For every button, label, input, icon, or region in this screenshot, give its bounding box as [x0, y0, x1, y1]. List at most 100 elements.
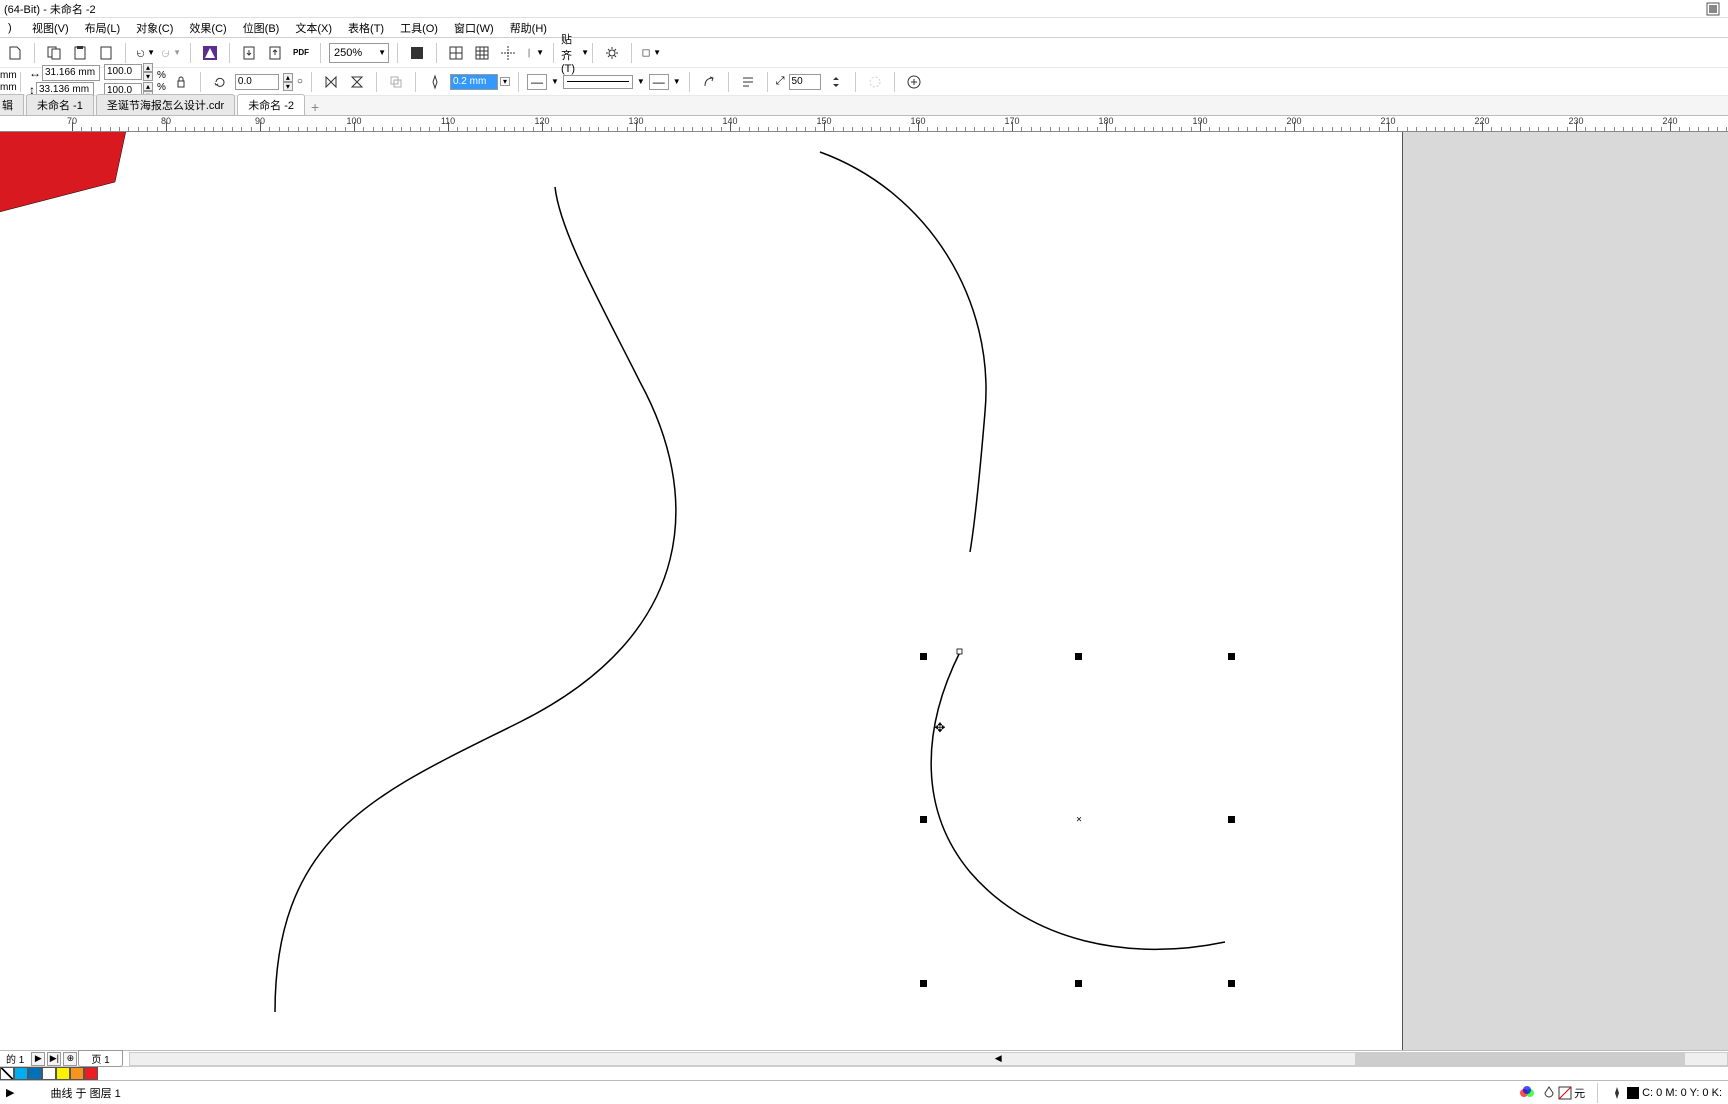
width-icon: ↔ — [29, 66, 41, 80]
options-icon[interactable] — [601, 42, 623, 64]
title-bar: (64-Bit) - 未命名 -2 — [0, 0, 1728, 18]
window-action-icon[interactable] — [1702, 0, 1724, 20]
fullscreen-icon[interactable] — [406, 42, 428, 64]
sel-handle-ml[interactable] — [920, 816, 927, 823]
page-add-icon[interactable]: ⊕ — [63, 1052, 77, 1066]
page-tab-1[interactable]: 页 1 — [78, 1050, 122, 1067]
grid1-icon[interactable] — [445, 42, 467, 64]
menu-table[interactable]: 表格(T) — [340, 18, 392, 38]
tab-untitled-1[interactable]: 未命名 -1 — [26, 94, 94, 115]
menu-object[interactable]: 对象(C) — [128, 18, 181, 38]
swatch-red[interactable] — [84, 1067, 98, 1080]
red-shape — [0, 132, 130, 217]
mirror-v-icon[interactable] — [346, 71, 368, 93]
import-icon[interactable] — [238, 42, 260, 64]
swatch-cyan[interactable] — [14, 1067, 28, 1080]
sel-handle-tr[interactable] — [1228, 653, 1235, 660]
wrap-text-icon[interactable] — [737, 71, 759, 93]
property-bar: mm mm ↔31.166 mm ↕33.136 mm 100.0▴▾ 100.… — [0, 68, 1728, 96]
horizontal-ruler[interactable]: /* placeholder, ticks rendered below via… — [0, 116, 1728, 132]
degree-icon: ○ — [297, 76, 303, 87]
tab-christmas-cdr[interactable]: 圣诞节海报怎么设计.cdr — [96, 94, 235, 115]
width-input[interactable]: 31.166 mm — [42, 65, 100, 81]
close-curve-icon[interactable] — [698, 71, 720, 93]
outline-indicator[interactable]: C: 0 M: 0 Y: 0 K: — [1610, 1086, 1722, 1100]
outline-width-input[interactable]: 0.2 mm — [450, 74, 498, 90]
page-navigation: 的 1 ▶ ▶| ⊕ 页 1 ◀ — [0, 1050, 1728, 1066]
sel-center[interactable]: × — [1076, 815, 1082, 826]
menu-effect[interactable]: 效果(C) — [181, 18, 234, 38]
launch-dropdown[interactable]: ▼ — [640, 42, 662, 64]
sel-handle-mr[interactable] — [1228, 816, 1235, 823]
nudge-stepper-icon[interactable] — [825, 71, 847, 93]
new-icon[interactable] — [4, 42, 26, 64]
swatch-blue[interactable] — [28, 1067, 42, 1080]
end-cap-select[interactable]: — — [649, 74, 669, 90]
menu-bitmap[interactable]: 位图(B) — [235, 18, 288, 38]
menu-layout[interactable]: 布局(L) — [77, 18, 128, 38]
sel-handle-bl[interactable] — [920, 980, 927, 987]
curve-long — [275, 187, 676, 1012]
status-bar: ▶ 曲线 于 图层 1 元 C: 0 M: 0 Y: 0 K: — [0, 1080, 1728, 1104]
tab-fragment[interactable]: 辑 — [0, 94, 24, 115]
menu-window[interactable]: 窗口(W) — [446, 18, 502, 38]
outline-pen-icon[interactable] — [424, 71, 446, 93]
add-tab-button[interactable]: + — [307, 99, 323, 115]
lock-ratio-icon[interactable] — [170, 71, 192, 93]
undo-button[interactable]: ▼ — [134, 42, 156, 64]
curve-upper-arc — [820, 152, 986, 552]
zoom-select[interactable]: 250%▼ — [329, 43, 389, 63]
menu-view[interactable]: 视图(V) — [24, 18, 77, 38]
swatch-none[interactable] — [0, 1067, 14, 1080]
status-object-info: 曲线 于 图层 1 — [50, 1085, 120, 1101]
page-edge-gray — [1402, 132, 1728, 1050]
percent-label2: % — [157, 82, 166, 93]
redo-button[interactable]: ▼ — [160, 42, 182, 64]
fill-indicator[interactable]: 元 — [1542, 1085, 1585, 1101]
line-style-select[interactable] — [563, 75, 633, 89]
start-cap-select[interactable]: — — [527, 74, 547, 90]
scrollbar-thumb[interactable] — [1355, 1053, 1685, 1065]
corel-icon[interactable] — [199, 42, 221, 64]
add-node-icon[interactable] — [903, 71, 925, 93]
scalex-input[interactable]: 100.0 — [104, 64, 142, 80]
menu-text[interactable]: 文本(X) — [287, 18, 340, 38]
paste-icon[interactable] — [69, 42, 91, 64]
menu-tools[interactable]: 工具(O) — [392, 18, 446, 38]
pdf-icon[interactable]: PDF — [290, 42, 312, 64]
convert-icon[interactable] — [864, 71, 886, 93]
window-title: (64-Bit) - 未命名 -2 — [4, 1, 96, 17]
sel-handle-tl[interactable] — [920, 653, 927, 660]
snap-dropdown[interactable]: 贴齐(T)▼ — [562, 42, 584, 64]
clipboard-icon[interactable] — [95, 42, 117, 64]
grid2-icon[interactable] — [471, 42, 493, 64]
rotate-icon[interactable] — [209, 71, 231, 93]
horizontal-scrollbar[interactable]: ◀ — [129, 1052, 1728, 1066]
unit-label-x: mm — [0, 70, 12, 81]
copy-icon[interactable] — [43, 42, 65, 64]
rotation-input[interactable]: 0.0 — [235, 74, 279, 90]
mirror-h-icon[interactable] — [320, 71, 342, 93]
menu-bar: ) 视图(V) 布局(L) 对象(C) 效果(C) 位图(B) 文本(X) 表格… — [0, 18, 1728, 38]
page-last-icon[interactable]: ▶| — [47, 1052, 61, 1066]
nudge-icon: ⤢ — [776, 75, 785, 88]
color-proof-icon[interactable] — [1520, 1086, 1534, 1100]
sel-handle-tm[interactable] — [1075, 653, 1082, 660]
guides-dropdown[interactable]: ▼ — [523, 42, 545, 64]
sel-handle-br[interactable] — [1228, 980, 1235, 987]
status-arrow[interactable]: ▶ — [6, 1086, 14, 1099]
swatch-white[interactable] — [42, 1067, 56, 1080]
export-icon[interactable] — [264, 42, 286, 64]
guides-icon[interactable] — [497, 42, 519, 64]
page-next-icon[interactable]: ▶ — [31, 1052, 45, 1066]
tab-untitled-2[interactable]: 未命名 -2 — [237, 94, 305, 115]
swatch-orange[interactable] — [70, 1067, 84, 1080]
swatch-yellow[interactable] — [56, 1067, 70, 1080]
arrange-icon[interactable] — [385, 71, 407, 93]
sel-handle-bm[interactable] — [1075, 980, 1082, 987]
node-marker — [957, 649, 962, 654]
menu-help[interactable]: 帮助(H) — [502, 18, 555, 38]
nudge-input[interactable]: 50 — [789, 74, 821, 90]
curve-selected — [931, 652, 1225, 949]
canvas[interactable]: × ✥ — [0, 132, 1728, 1050]
